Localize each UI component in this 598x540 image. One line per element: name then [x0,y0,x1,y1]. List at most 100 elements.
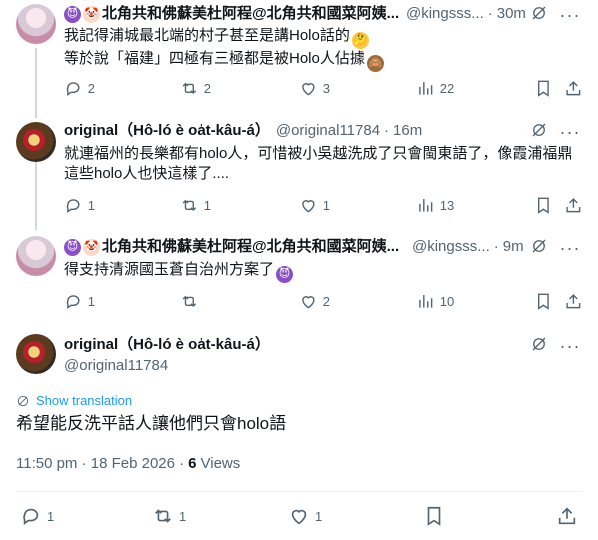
reply-button[interactable]: 1 [20,506,54,526]
like-button[interactable]: 1 [288,506,322,526]
like-button[interactable]: 3 [299,78,330,98]
reply-button[interactable]: 1 [64,291,95,311]
post-top-icons: ··· [530,335,580,358]
action-bar: 1 2 10 [64,291,582,311]
repost-button[interactable] [180,291,204,311]
reply-button[interactable]: 2 [64,78,95,98]
avatar[interactable] [16,122,56,162]
avatar[interactable] [16,236,56,276]
like-button[interactable]: 1 [299,195,330,215]
divider [16,491,582,492]
timestamp[interactable]: 16m [393,121,422,141]
reply-post-2[interactable]: original（Hô-ló è oa̍t-kâu-á） @original11… [0,118,598,230]
handle[interactable]: @kingsss... [406,4,484,24]
devil-emoji-icon: 😈 [64,5,81,23]
post-text-line: 等於說「福建」四極有三極都是被Holo人佔據 [64,50,365,67]
reply-post-1[interactable]: 😈 🤡 北角共和佛蘇美杜阿程@北角共和國菜阿姨... @kingsss... ·… [0,0,598,120]
author-handle-row: @original11784 [64,356,168,376]
bookmark-icon [427,506,441,526]
views-total: 6 [188,455,197,472]
translate-icon [17,395,29,406]
display-name[interactable]: 北角共和佛蘇美杜阿程@北角共和國菜阿姨... [102,237,399,257]
reply-icon [23,508,39,525]
grok-icon[interactable] [530,335,548,358]
avatar[interactable] [16,334,56,374]
handle[interactable]: @original11784 [64,356,168,376]
post-text-line: 我記得浦城最北端的村子甚至是講Holo話的 [64,27,350,44]
reply-icon [66,81,80,96]
more-options-icon[interactable]: ··· [560,238,580,259]
bookmark-button[interactable] [534,291,553,311]
separator-dot: · [384,122,390,139]
devil-emoji-icon: 😈 [276,266,294,283]
avatar[interactable] [16,4,56,44]
post-meta: @kingsss... · 30m [406,4,526,24]
post-top-icons: ··· [530,121,580,144]
post-header: 😈 🤡 北角共和佛蘇美杜阿程@北角共和國菜阿姨... [64,4,414,24]
repost-count: 2 [203,80,211,96]
more-options-icon[interactable]: ··· [560,122,580,143]
reply-count: 1 [87,293,95,309]
handle[interactable]: @kingsss... [412,237,490,257]
like-button[interactable]: 2 [299,291,330,311]
post-text-line: 得支持清源國玉蒼自治州方案了 [64,261,275,278]
share-icon [558,507,576,525]
repost-button[interactable]: 2 [180,78,211,98]
views-count: 10 [439,293,455,309]
action-bar: 1 1 1 13 [64,195,582,215]
more-options-icon[interactable]: ··· [560,5,580,26]
post-text-line: 這些holo人也快這樣了.... [64,165,230,182]
views-label: Views [200,455,241,472]
grok-icon[interactable] [530,121,548,144]
views-button[interactable]: 10 [416,291,454,311]
show-translation-link[interactable]: Show translation [16,393,132,408]
bookmark-icon [537,293,549,310]
post-text: 得支持清源國玉蒼自治州方案了 😈 [64,260,576,283]
action-bar: 2 2 3 22 [64,78,582,98]
views-icon [419,294,433,308]
like-count: 1 [315,508,323,524]
timestamp[interactable]: 9m [503,237,524,257]
reply-count: 1 [47,508,55,524]
like-count: 1 [322,197,330,213]
repost-icon [182,199,197,211]
grok-icon[interactable] [530,237,548,260]
post-timestamp[interactable]: 11:50 pm · 18 Feb 2026 · [16,455,184,472]
views-button[interactable]: 22 [416,78,454,98]
timestamp[interactable]: 30m [497,4,526,24]
heart-icon [302,199,315,213]
reply-icon [66,294,80,309]
more-options-icon[interactable]: ··· [560,336,580,357]
heart-icon [291,509,307,525]
bookmark-button[interactable] [534,78,553,98]
focused-action-bar: 1 1 1 [20,506,580,526]
display-name[interactable]: original（Hô-ló è oa̍t-kâu-á） [64,121,270,141]
share-button[interactable] [564,195,583,215]
grok-icon[interactable] [530,4,548,27]
share-button[interactable] [564,291,583,311]
share-button[interactable] [564,78,583,98]
repost-icon [182,82,197,94]
thinking-emoji-icon: 🤔 [351,32,369,49]
post-text-line: 就連福州的長樂都有holo人，可惜被小吳越洗成了只會閩東語了，像霞浦福鼎 [64,145,573,162]
repost-button[interactable]: 1 [180,195,211,215]
post-text: 就連福州的長樂都有holo人，可惜被小吳越洗成了只會閩東語了，像霞浦福鼎 這些h… [64,144,576,184]
clown-emoji-icon: 🤡 [83,238,100,256]
display-name[interactable]: original（Hô-ló è oa̍t-kâu-á） [64,335,270,355]
bookmark-button[interactable] [423,506,445,526]
repost-icon [155,509,171,523]
post-text: 我記得浦城最北端的村子甚至是講Holo話的 🤔 等於說「福建」四極有三極都是被Ho… [64,26,576,72]
handle[interactable]: @original11784 [276,121,380,141]
reply-button[interactable]: 1 [64,195,95,215]
post-meta: @kingsss... · 9m [412,237,524,257]
views-count: 22 [439,80,455,96]
separator-dot: · [493,238,499,255]
heart-icon [302,295,315,309]
repost-button[interactable]: 1 [152,506,186,526]
reply-post-3[interactable]: 😈 🤡 北角共和佛蘇美杜阿程@北角共和國菜阿姨... @kingsss... ·… [0,232,598,324]
heart-icon [302,82,315,96]
bookmark-button[interactable] [534,195,553,215]
share-button[interactable] [556,506,578,526]
display-name[interactable]: 北角共和佛蘇美杜阿程@北角共和國菜阿姨... [102,4,399,24]
views-button[interactable]: 13 [416,195,454,215]
